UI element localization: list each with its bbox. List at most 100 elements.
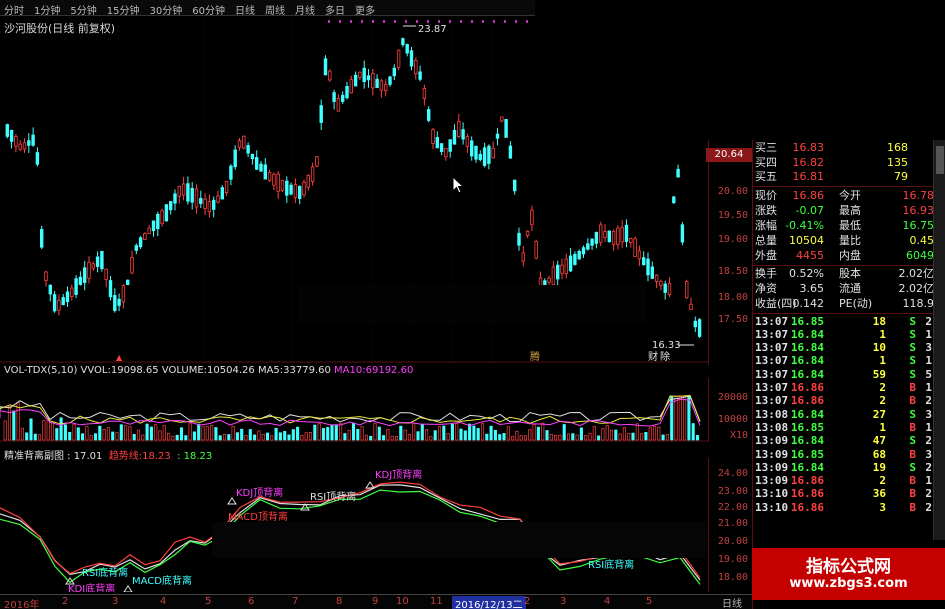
event-marker[interactable]: 除 — [660, 350, 670, 363]
volume-bar — [317, 423, 321, 441]
volume-bar — [511, 436, 515, 441]
menu-item[interactable]: 30分钟 — [145, 0, 188, 17]
volume-bar — [618, 433, 622, 441]
vertical-scrollbar[interactable] — [933, 140, 945, 540]
candlestick — [207, 194, 212, 218]
menu-item[interactable]: 15分钟 — [103, 0, 146, 17]
stat-value: 2.02亿 — [898, 266, 935, 280]
candlestick — [629, 237, 633, 248]
candlestick — [61, 293, 65, 306]
tick-time: 13:09 — [755, 460, 789, 474]
stat-row: 外盘 4455 内盘 6049 — [753, 249, 945, 263]
stock-title: 沙河股份(日线 前复权) — [4, 22, 116, 35]
candlestick — [663, 280, 667, 300]
candlestick — [685, 279, 689, 299]
menu-item[interactable]: 分时 — [0, 0, 30, 17]
bid-row[interactable]: 买三 16.83 168 — [753, 141, 945, 155]
menu-item[interactable]: 5分钟 — [66, 0, 102, 17]
candlestick — [590, 238, 594, 251]
period-label[interactable]: 日线 — [722, 595, 742, 609]
candlestick — [349, 75, 353, 94]
tick-price: 16.86 — [790, 474, 824, 488]
menu-item[interactable]: 日线 — [231, 0, 261, 17]
menu-item[interactable]: 60分钟 — [188, 0, 231, 17]
volume-bar — [25, 432, 29, 441]
candlestick — [104, 268, 108, 288]
volume-bar — [691, 423, 695, 441]
tick-side: S — [909, 354, 916, 368]
volume-bar — [502, 433, 506, 441]
volume-bar — [554, 435, 558, 441]
selected-date[interactable]: 2016/12/13二 — [452, 596, 526, 609]
volume-bar — [571, 433, 575, 441]
volume-chart[interactable] — [0, 378, 708, 442]
stat-row: 涨跌 -0.07 最高 16.93 — [753, 204, 945, 218]
volume-bar — [334, 424, 338, 441]
divider — [753, 312, 945, 314]
tick-side: B — [909, 447, 916, 461]
menu-item[interactable]: 周线 — [261, 0, 291, 17]
bid-row[interactable]: 买四 16.82 135 — [753, 156, 945, 170]
volume-bar — [661, 434, 665, 441]
indicator-axis-label: 21.00 — [717, 518, 748, 529]
candlestick — [435, 131, 439, 149]
stat-row: 换手 0.52% 股本 2.02亿 — [753, 267, 945, 281]
event-marker[interactable]: 财 — [648, 350, 658, 363]
tick-side: B — [909, 381, 916, 394]
mouse-cursor-icon — [452, 176, 464, 194]
volume-bar — [674, 396, 678, 441]
indicator-axis-label: 24.00 — [717, 468, 748, 479]
watermark-url: www.zbgs3.com — [789, 576, 908, 591]
stat-value: 16.75 — [902, 218, 935, 232]
tick-volume: 1 — [879, 420, 886, 434]
volume-bar — [498, 434, 502, 441]
stat-label: 最高 — [839, 203, 861, 217]
volume-bar — [528, 429, 532, 441]
volume-bar — [244, 435, 248, 441]
stat-label: 最低 — [839, 218, 861, 232]
candlestick — [448, 139, 452, 158]
candlestick — [439, 143, 444, 156]
price-axis-label: 18.00 — [717, 292, 748, 303]
watermark-title: 指标公式网 — [806, 557, 891, 577]
volume-bar — [373, 422, 377, 441]
volume-bar — [644, 432, 648, 441]
tick-side: S — [909, 434, 916, 448]
candlestick — [667, 277, 672, 298]
menu-item[interactable]: 多日 — [321, 0, 351, 17]
stat-label: 涨跌 — [755, 203, 777, 217]
tick-volume: 59 — [872, 367, 886, 381]
menu-item[interactable]: 月线 — [291, 0, 321, 17]
candlestick — [246, 142, 250, 158]
volume-bar — [369, 435, 373, 441]
scrollbar-thumb[interactable] — [936, 146, 944, 174]
tick-row: 13:07 16.84 1 S 1 — [753, 328, 945, 341]
volume-bar — [33, 433, 37, 441]
candlestick — [302, 179, 306, 198]
candlestick — [620, 220, 624, 248]
bid-row[interactable]: 买五 16.81 79 — [753, 170, 945, 184]
candlestick — [52, 290, 57, 313]
candlestick — [14, 134, 18, 153]
candlestick — [478, 150, 482, 162]
volume-bar — [429, 436, 433, 441]
volume-bar — [93, 433, 98, 441]
tick-volume: 47 — [872, 434, 886, 448]
tick-price: 16.86 — [790, 500, 824, 514]
event-marker[interactable]: 腾 — [530, 350, 540, 363]
date-tick-label: 11 — [430, 596, 443, 607]
tick-side: S — [909, 327, 916, 341]
split-marker: ▲ — [116, 353, 123, 362]
menu-item[interactable]: 1分钟 — [30, 0, 66, 17]
menu-item[interactable]: 更多 — [351, 0, 381, 17]
volume-bar — [592, 426, 596, 441]
candlestick — [9, 129, 14, 149]
tick-time: 13:07 — [755, 327, 789, 341]
volume-bar — [506, 426, 510, 441]
divider — [753, 185, 945, 187]
tick-count: 3 — [925, 447, 932, 461]
candlestick — [143, 232, 147, 240]
candlestick — [121, 283, 126, 309]
tick-side: B — [909, 500, 916, 514]
volume-bar — [433, 430, 437, 441]
